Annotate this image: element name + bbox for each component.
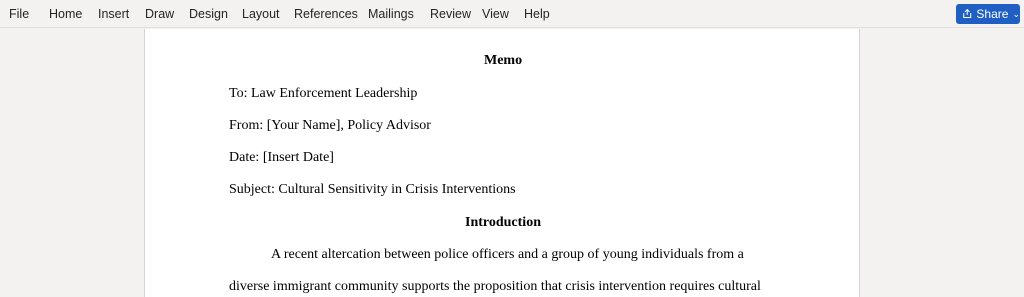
memo-from-line: From: [Your Name], Policy Advisor: [229, 118, 431, 133]
memo-date-line: Date: [Insert Date]: [229, 150, 334, 165]
memo-title: Memo: [484, 53, 523, 68]
menu-bar: File Home Insert Draw Design Layout Refe…: [0, 0, 1024, 28]
share-icon: [963, 8, 972, 18]
paragraph-line: diverse immigrant community supports the…: [229, 279, 761, 294]
menu-layout[interactable]: Layout: [242, 0, 280, 28]
menu-draw[interactable]: Draw: [145, 0, 174, 28]
menu-home[interactable]: Home: [49, 0, 82, 28]
section-heading: Introduction: [465, 215, 541, 230]
menu-review[interactable]: Review: [430, 0, 471, 28]
share-label: Share: [976, 7, 1009, 21]
menu-mailings[interactable]: Mailings: [368, 0, 414, 28]
menu-insert[interactable]: Insert: [98, 0, 129, 28]
menu-design[interactable]: Design: [189, 0, 228, 28]
menu-help[interactable]: Help: [524, 0, 550, 28]
document-page[interactable]: Memo To: Law Enforcement Leadership From…: [144, 29, 860, 297]
menu-references[interactable]: References: [294, 0, 358, 28]
memo-subject-line: Subject: Cultural Sensitivity in Crisis …: [229, 182, 516, 197]
share-button[interactable]: Share ⌄: [956, 4, 1020, 24]
paragraph-line: A recent altercation between police offi…: [271, 247, 744, 262]
memo-to-line: To: Law Enforcement Leadership: [229, 86, 418, 101]
chevron-down-icon: ⌄: [1012, 8, 1020, 19]
menu-view[interactable]: View: [482, 0, 509, 28]
menu-file[interactable]: File: [9, 0, 29, 28]
document-canvas: Memo To: Law Enforcement Leadership From…: [0, 29, 1024, 297]
